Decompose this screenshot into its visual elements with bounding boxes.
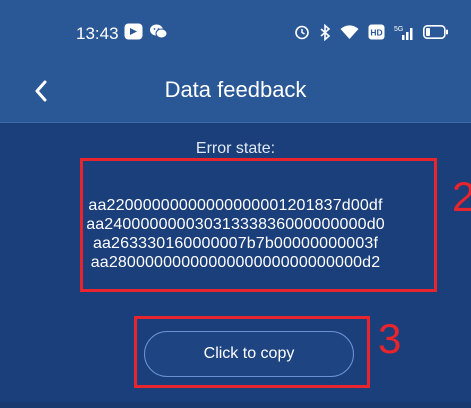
wifi-icon [340,24,359,40]
app-notification-icon [124,23,143,40]
error-state-label: Error state: [195,140,276,157]
back-button[interactable] [28,75,54,107]
bottom-edge [0,402,471,408]
annotation-marker-3: 3 [378,315,402,362]
battery-icon [423,25,449,39]
status-bar: 13:43 HD 5G [0,0,471,62]
svg-text:5G: 5G [394,26,403,33]
annotation-box-2 [80,158,437,292]
hd-icon: HD [368,24,385,40]
annotation-box-3 [134,316,370,388]
app-header: Data feedback [0,62,471,122]
svg-text:HD: HD [370,28,382,38]
bluetooth-icon [319,23,331,41]
annotation-marker-2: 2 [452,173,471,220]
signal-5g-icon: 5G [394,24,414,41]
wechat-icon [149,23,168,40]
status-icons: HD 5G [294,22,449,42]
alarm-icon [294,24,310,40]
chevron-left-icon [35,80,47,102]
status-time: 13:43 [76,24,119,43]
page-title: Data feedback [164,77,307,102]
